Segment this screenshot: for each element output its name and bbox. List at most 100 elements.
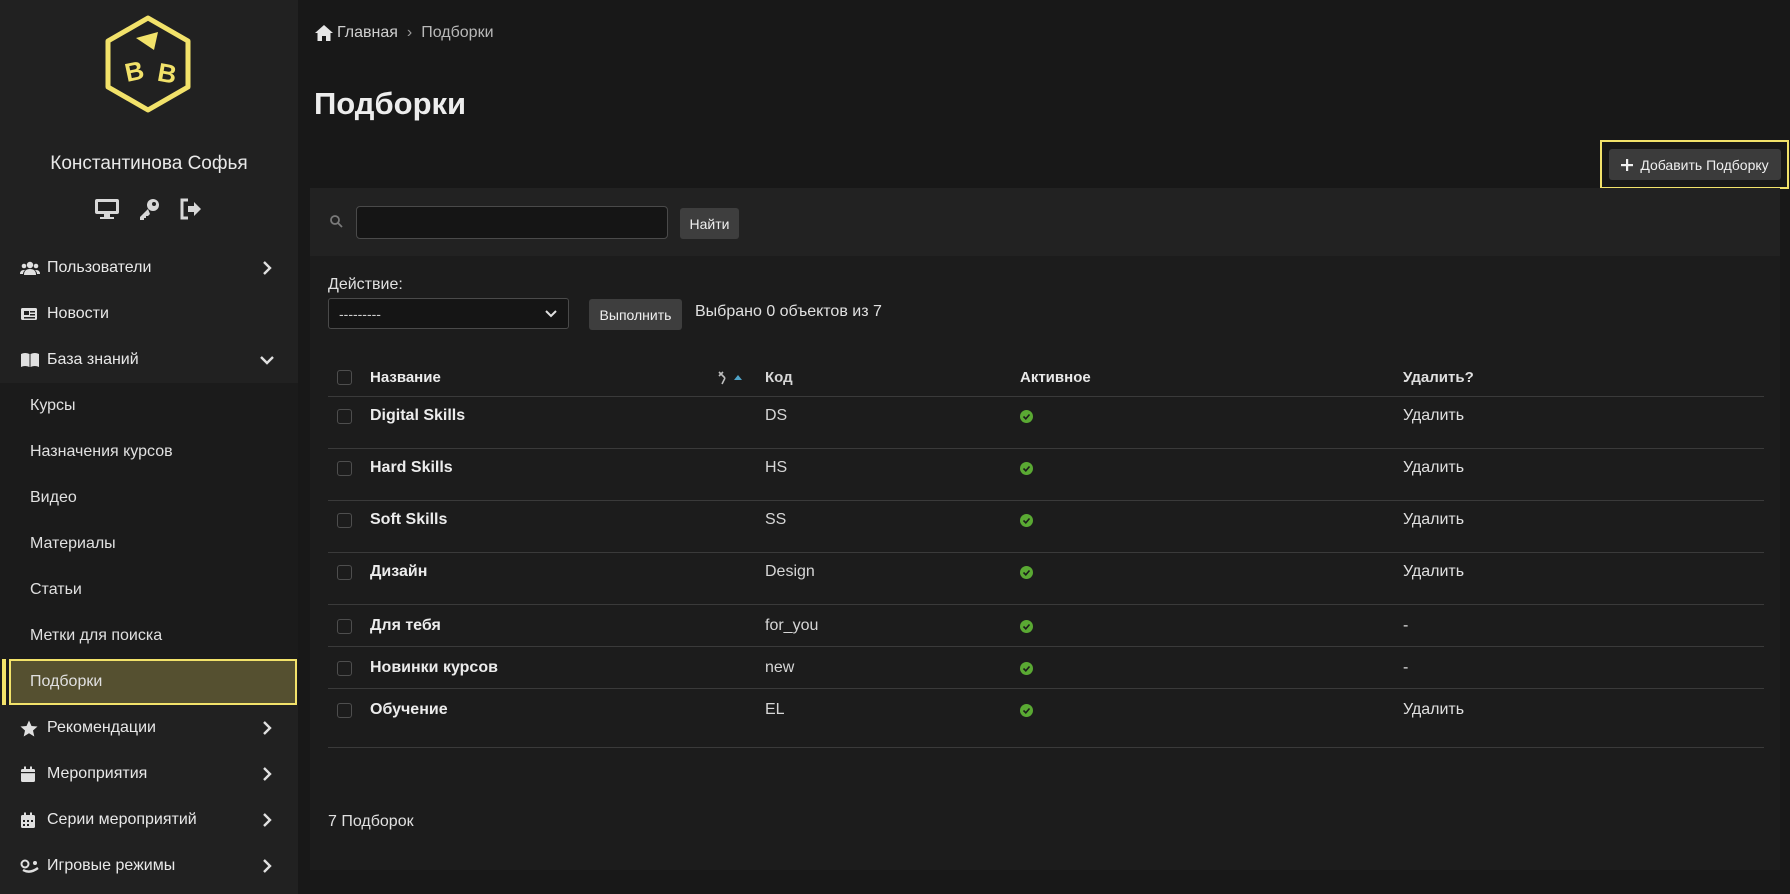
- row-checkbox[interactable]: [337, 702, 352, 718]
- row-code: new: [765, 659, 795, 676]
- sidebar-item-courses[interactable]: Курсы: [0, 383, 298, 429]
- sidebar-item-materials[interactable]: Материалы: [0, 521, 298, 567]
- knowledge-base-submenu: Курсы Назначения курсов Видео Материалы …: [0, 383, 298, 705]
- action-label: Действие:: [328, 276, 403, 293]
- plus-icon: [1621, 158, 1634, 171]
- check-circle-icon: [1020, 565, 1033, 579]
- row-active: [1020, 647, 1033, 689]
- row-checkbox[interactable]: [337, 618, 352, 634]
- search-input[interactable]: [356, 206, 668, 239]
- table-row: Для тебя for_you -: [328, 605, 1764, 647]
- sort-icon[interactable]: [716, 370, 746, 386]
- row-name-link[interactable]: Hard Skills: [370, 449, 453, 487]
- sidebar-item-knowledge-base[interactable]: База знаний: [0, 337, 298, 383]
- check-circle-icon: [1020, 661, 1033, 675]
- row-delete-link[interactable]: Удалить: [1403, 397, 1464, 435]
- action-select-value: ---------: [339, 305, 381, 322]
- sidebar-item-game-modes[interactable]: Игровые режимы: [0, 843, 298, 889]
- add-collection-button[interactable]: Добавить Подборку: [1608, 149, 1781, 180]
- row-delete-link[interactable]: Удалить: [1403, 553, 1464, 591]
- select-all-checkbox[interactable]: [337, 370, 352, 385]
- sidebar-item-course-assignments[interactable]: Назначения курсов: [0, 429, 298, 475]
- add-button-highlight: Добавить Подборку: [1600, 140, 1789, 189]
- column-name[interactable]: Название: [370, 358, 441, 397]
- chevron-down-icon: [260, 356, 274, 365]
- table-header: Название Код Активное Удалить?: [328, 358, 1764, 397]
- star-icon: [20, 719, 42, 737]
- row-name-link[interactable]: Обучение: [370, 689, 448, 731]
- logout-icon[interactable]: [178, 196, 204, 222]
- row-name-link[interactable]: Дизайн: [370, 553, 427, 591]
- table-row: Новинки курсов new -: [328, 647, 1764, 689]
- active-indicator: [2, 659, 6, 705]
- sidebar-item-search-tags[interactable]: Метки для поиска: [0, 613, 298, 659]
- check-circle-icon: [1020, 461, 1033, 475]
- sidebar-item-collections[interactable]: Подборки: [2, 659, 297, 705]
- result-count: 7 Подборок: [328, 813, 414, 830]
- collections-table: Название Код Активное Удалить? Digital S…: [328, 358, 1764, 748]
- row-checkbox[interactable]: [337, 460, 352, 476]
- row-code: HS: [765, 459, 788, 476]
- sidebar-item-articles[interactable]: Статьи: [0, 567, 298, 613]
- key-icon[interactable]: [136, 196, 162, 222]
- monitor-icon[interactable]: [94, 196, 120, 222]
- row-checkbox[interactable]: [337, 408, 352, 424]
- row-checkbox-cell: [337, 647, 352, 689]
- sidebar-item-event-series[interactable]: Серии мероприятий: [0, 797, 298, 843]
- sidebar-nav: Пользователи Новости База знаний Курсы Н…: [0, 245, 298, 889]
- column-active[interactable]: Активное: [1020, 358, 1091, 397]
- row-name-link[interactable]: Soft Skills: [370, 501, 447, 539]
- row-code: for_you: [765, 617, 819, 634]
- row-code: SS: [765, 511, 787, 528]
- row-name-link[interactable]: Новинки курсов: [370, 647, 498, 689]
- row-delete-link[interactable]: Удалить: [1403, 501, 1464, 539]
- table-row: Digital Skills DS Удалить: [328, 397, 1764, 449]
- page-title: Подборки: [314, 86, 467, 121]
- chevron-right-icon: [263, 813, 272, 827]
- sidebar-item-recommendations[interactable]: Рекомендации: [0, 705, 298, 751]
- row-code: Design: [765, 563, 815, 580]
- row-checkbox-cell: [337, 689, 352, 731]
- row-active: [1020, 605, 1033, 647]
- sidebar-item-label: Мероприятия: [47, 765, 148, 782]
- row-active: [1020, 449, 1033, 487]
- breadcrumb-home-link[interactable]: Главная: [337, 24, 398, 42]
- row-checkbox[interactable]: [337, 660, 352, 676]
- sidebar-item-label: Серии мероприятий: [47, 811, 197, 828]
- row-name-link[interactable]: Для тебя: [370, 605, 441, 647]
- row-checkbox[interactable]: [337, 512, 352, 528]
- chevron-right-icon: [263, 261, 272, 275]
- run-action-button[interactable]: Выполнить: [589, 299, 682, 330]
- row-checkbox-cell: [337, 605, 352, 647]
- sidebar-item-label: Новости: [47, 305, 109, 322]
- row-delete-link[interactable]: Удалить: [1403, 449, 1464, 487]
- breadcrumb: Главная › Подборки: [314, 24, 494, 42]
- chevron-right-icon: [263, 767, 272, 781]
- breadcrumb-separator: ›: [406, 24, 413, 41]
- add-collection-label: Добавить Подборку: [1640, 156, 1769, 173]
- action-select[interactable]: ---------: [328, 298, 569, 329]
- sidebar-item-users[interactable]: Пользователи: [0, 245, 298, 291]
- sidebar-item-label: Подборки: [30, 673, 103, 690]
- column-code[interactable]: Код: [765, 358, 793, 397]
- table-row: Soft Skills SS Удалить: [328, 501, 1764, 553]
- check-circle-icon: [1020, 619, 1033, 633]
- sidebar-item-events[interactable]: Мероприятия: [0, 751, 298, 797]
- row-checkbox[interactable]: [337, 564, 352, 580]
- row-delete-placeholder: -: [1403, 659, 1409, 676]
- row-delete-link[interactable]: Удалить: [1403, 689, 1464, 731]
- sidebar-item-video[interactable]: Видео: [0, 475, 298, 521]
- row-code: EL: [765, 701, 785, 718]
- row-name-link[interactable]: Digital Skills: [370, 397, 465, 435]
- home-icon[interactable]: [314, 24, 334, 42]
- cube-logo[interactable]: B B: [98, 14, 198, 114]
- svg-text:B: B: [122, 55, 147, 88]
- sidebar-item-news[interactable]: Новости: [0, 291, 298, 337]
- table-row: Обучение EL Удалить: [328, 689, 1764, 748]
- search-button[interactable]: Найти: [680, 208, 739, 239]
- search-icon: [330, 215, 343, 228]
- row-active: [1020, 501, 1033, 539]
- gamepad-icon: [20, 857, 42, 875]
- row-code: DS: [765, 407, 788, 424]
- check-circle-icon: [1020, 703, 1033, 717]
